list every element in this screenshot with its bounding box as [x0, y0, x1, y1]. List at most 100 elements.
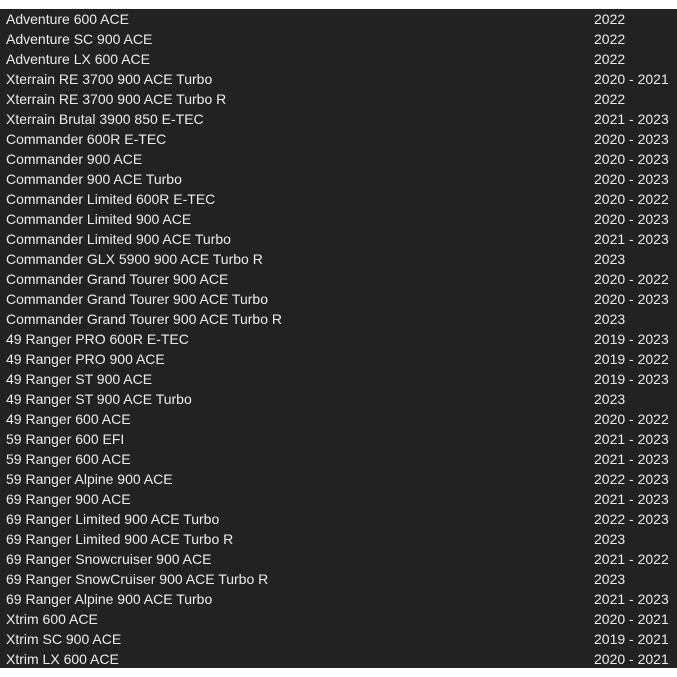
table-row: Commander 900 ACE 2020 - 2023	[0, 149, 677, 169]
model-years-cell: 2022	[594, 31, 626, 47]
model-years-cell: 2023	[594, 251, 626, 267]
model-years-cell: 2022	[594, 11, 626, 27]
table-row: 59 Ranger 600 ACE 2021 - 2023	[0, 449, 677, 469]
model-years-cell: 2020 - 2021	[594, 611, 669, 627]
table-row: 69 Ranger 900 ACE 2021 - 2023	[0, 489, 677, 509]
model-years-cell: 2020 - 2022	[594, 191, 669, 207]
model-years-cell: 2023	[594, 531, 626, 547]
model-name-cell: 59 Ranger Alpine 900 ACE	[6, 471, 173, 487]
table-row: Xtrim SC 900 ACE 2019 - 2021	[0, 629, 677, 649]
model-year-table: Adventure 600 ACE 2022 Adventure SC 900 AC…	[0, 9, 677, 668]
model-years-cell: 2022	[594, 51, 626, 67]
model-years-cell: 2020 - 2023	[594, 291, 669, 307]
model-years-cell: 2022	[594, 91, 626, 107]
model-name-cell: 69 Ranger Limited 900 ACE Turbo R	[6, 531, 234, 547]
table-row: Xterrain RE 3700 900 ACE Turbo 2020 - 202…	[0, 69, 677, 89]
table-row: 69 Ranger SnowCruiser 900 ACE Turbo R 202…	[0, 569, 677, 589]
model-year-table-body: Adventure 600 ACE 2022 Adventure SC 900 AC…	[0, 9, 677, 668]
model-years-cell: 2020 - 2021	[594, 71, 669, 87]
table-row: 49 Ranger 600 ACE 2020 - 2022	[0, 409, 677, 429]
model-name-cell: 69 Ranger Limited 900 ACE Turbo	[6, 511, 220, 527]
model-name-cell: 49 Ranger PRO 900 ACE	[6, 351, 165, 367]
model-name-cell: Xtrim 600 ACE	[6, 611, 98, 627]
table-row: 49 Ranger ST 900 ACE 2019 - 2023	[0, 369, 677, 389]
model-name-cell: Adventure LX 600 ACE	[6, 51, 150, 67]
model-name-cell: 69 Ranger SnowCruiser 900 ACE Turbo R	[6, 571, 269, 587]
table-row: 69 Ranger Snowcruiser 900 ACE 2021 - 2022	[0, 549, 677, 569]
model-name-cell: Commander Limited 600R E-TEC	[6, 191, 216, 207]
model-years-cell: 2022 - 2023	[594, 471, 669, 487]
table-row: Commander Grand Tourer 900 ACE 2020 - 202…	[0, 269, 677, 289]
model-years-cell: 2021 - 2023	[594, 591, 669, 607]
model-name-cell: Xtrim LX 600 ACE	[6, 651, 119, 667]
table-row: 59 Ranger Alpine 900 ACE 2022 - 2023	[0, 469, 677, 489]
model-years-cell: 2019 - 2023	[594, 371, 669, 387]
model-name-cell: Commander 600R E-TEC	[6, 131, 167, 147]
table-row: 69 Ranger Limited 900 ACE Turbo R 2023	[0, 529, 677, 549]
model-name-cell: Commander GLX 5900 900 ACE Turbo R	[6, 251, 263, 267]
model-name-cell: Adventure SC 900 ACE	[6, 31, 153, 47]
table-row: Commander 900 ACE Turbo 2020 - 2023	[0, 169, 677, 189]
model-name-cell: 49 Ranger ST 900 ACE Turbo	[6, 391, 192, 407]
model-years-cell: 2023	[594, 391, 626, 407]
table-row: Adventure 600 ACE 2022	[0, 9, 677, 29]
model-name-cell: Xterrain Brutal 3900 850 E-TEC	[6, 111, 204, 127]
model-years-cell: 2019 - 2023	[594, 331, 669, 347]
model-years-cell: 2019 - 2022	[594, 351, 669, 367]
model-years-cell: 2020 - 2023	[594, 151, 669, 167]
model-name-cell: Commander Limited 900 ACE Turbo	[6, 231, 231, 247]
model-name-cell: 59 Ranger 600 ACE	[6, 451, 131, 467]
model-years-cell: 2021 - 2023	[594, 431, 669, 447]
table-row: 49 Ranger PRO 900 ACE 2019 - 2022	[0, 349, 677, 369]
table-row: 59 Ranger 600 EFI 2021 - 2023	[0, 429, 677, 449]
table-row: Commander GLX 5900 900 ACE Turbo R 2023	[0, 249, 677, 269]
model-year-table-panel: Adventure 600 ACE 2022 Adventure SC 900 AC…	[0, 9, 677, 668]
model-years-cell: 2020 - 2022	[594, 411, 669, 427]
model-years-cell: 2020 - 2021	[594, 651, 669, 667]
model-years-cell: 2021 - 2023	[594, 491, 669, 507]
model-years-cell: 2021 - 2023	[594, 111, 669, 127]
table-row: Xterrain RE 3700 900 ACE Turbo R 2022	[0, 89, 677, 109]
model-name-cell: Adventure 600 ACE	[6, 11, 129, 27]
model-years-cell: 2022 - 2023	[594, 511, 669, 527]
model-name-cell: Xterrain RE 3700 900 ACE Turbo R	[6, 91, 227, 107]
model-years-cell: 2020 - 2023	[594, 211, 669, 227]
table-row: Commander Limited 900 ACE Turbo 2021 - 20…	[0, 229, 677, 249]
model-name-cell: Commander Limited 900 ACE	[6, 211, 192, 227]
model-name-cell: Xtrim SC 900 ACE	[6, 631, 122, 647]
model-years-cell: 2019 - 2021	[594, 631, 669, 647]
model-name-cell: Commander Grand Tourer 900 ACE Turbo	[6, 291, 268, 307]
table-row: 49 Ranger PRO 600R E-TEC 2019 - 2023	[0, 329, 677, 349]
table-row: 69 Ranger Alpine 900 ACE Turbo 2021 - 202…	[0, 589, 677, 609]
model-name-cell: Commander 900 ACE Turbo	[6, 171, 182, 187]
table-row: Adventure LX 600 ACE 2022	[0, 49, 677, 69]
table-row: Commander Limited 900 ACE 2020 - 2023	[0, 209, 677, 229]
table-row: Xtrim LX 600 ACE 2020 - 2021	[0, 649, 677, 668]
table-row: Adventure SC 900 ACE 2022	[0, 29, 677, 49]
model-name-cell: Commander Grand Tourer 900 ACE Turbo R	[6, 311, 282, 327]
model-years-cell: 2021 - 2023	[594, 231, 669, 247]
table-row: Commander 600R E-TEC 2020 - 2023	[0, 129, 677, 149]
model-name-cell: 69 Ranger Snowcruiser 900 ACE	[6, 551, 212, 567]
table-row: Commander Limited 600R E-TEC 2020 - 2022	[0, 189, 677, 209]
model-years-cell: 2021 - 2022	[594, 551, 669, 567]
model-years-cell: 2020 - 2022	[594, 271, 669, 287]
table-row: 49 Ranger ST 900 ACE Turbo 2023	[0, 389, 677, 409]
model-name-cell: Commander 900 ACE	[6, 151, 143, 167]
model-name-cell: 49 Ranger ST 900 ACE	[6, 371, 153, 387]
model-years-cell: 2021 - 2023	[594, 451, 669, 467]
model-name-cell: 59 Ranger 600 EFI	[6, 431, 125, 447]
table-row: Xtrim 600 ACE 2020 - 2021	[0, 609, 677, 629]
model-years-cell: 2020 - 2023	[594, 131, 669, 147]
model-years-cell: 2023	[594, 571, 626, 587]
model-years-cell: 2020 - 2023	[594, 171, 669, 187]
table-row: Xterrain Brutal 3900 850 E-TEC 2021 - 202…	[0, 109, 677, 129]
model-name-cell: 49 Ranger 600 ACE	[6, 411, 131, 427]
model-name-cell: 49 Ranger PRO 600R E-TEC	[6, 331, 189, 347]
model-name-cell: 69 Ranger Alpine 900 ACE Turbo	[6, 591, 213, 607]
table-row: Commander Grand Tourer 900 ACE Turbo 2020…	[0, 289, 677, 309]
model-years-cell: 2023	[594, 311, 626, 327]
model-name-cell: 69 Ranger 900 ACE	[6, 491, 131, 507]
model-name-cell: Xterrain RE 3700 900 ACE Turbo	[6, 71, 213, 87]
table-row: 69 Ranger Limited 900 ACE Turbo 2022 - 20…	[0, 509, 677, 529]
